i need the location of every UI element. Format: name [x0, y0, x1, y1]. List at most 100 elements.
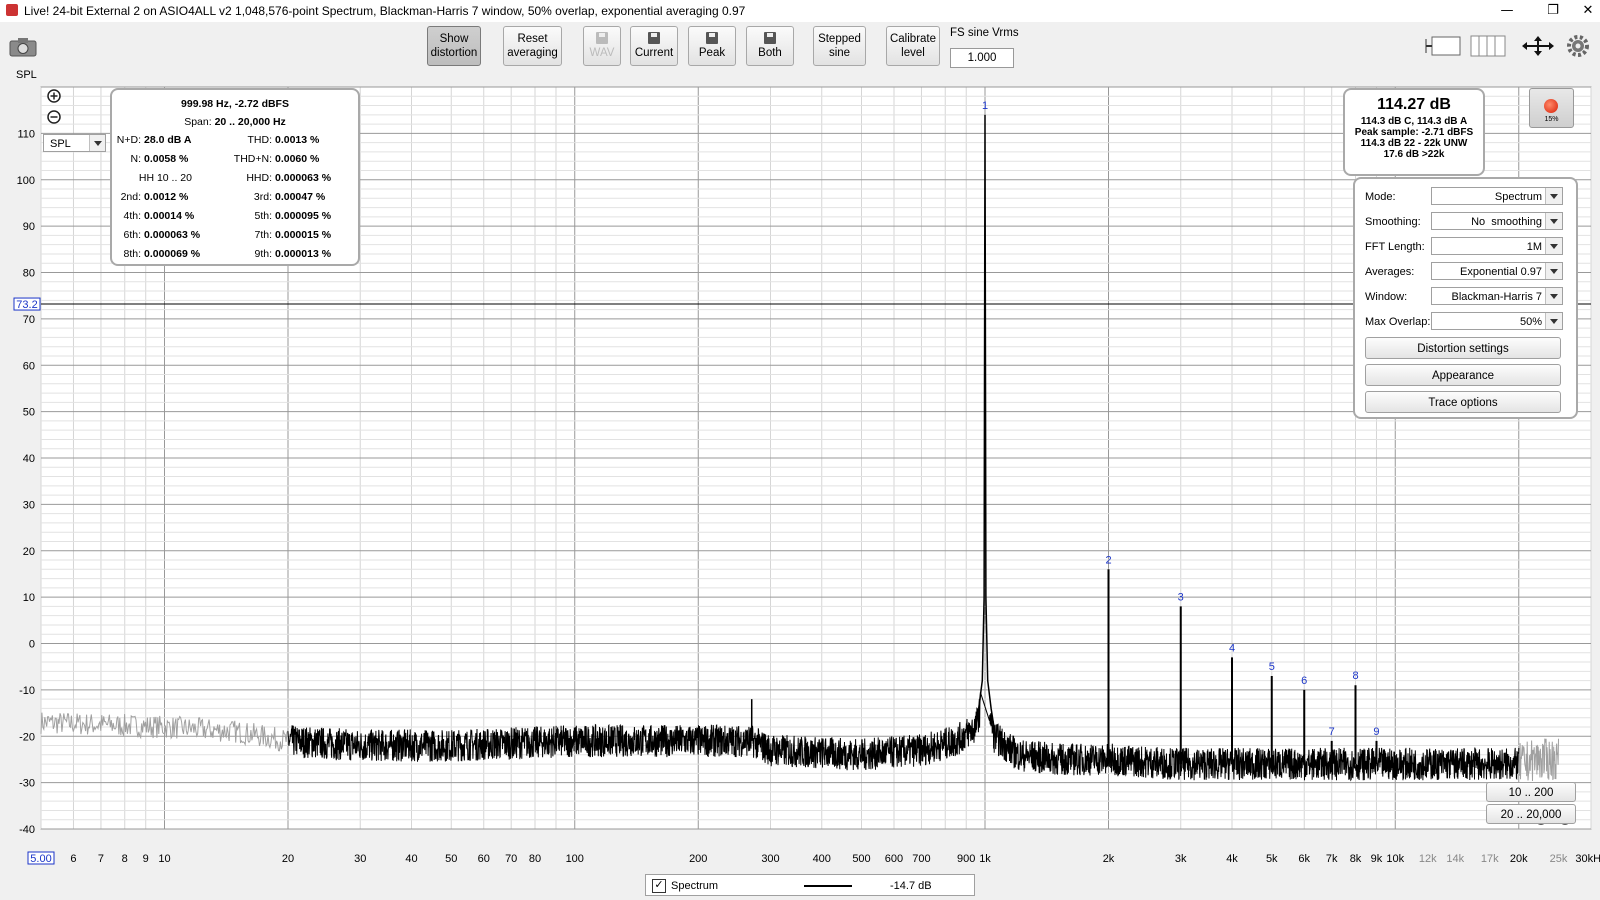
span-row: Span: 20 .. 20,000 Hz: [112, 116, 358, 128]
smoothing-row: Smoothing: No smoothing: [1365, 212, 1570, 232]
save-icon: [706, 32, 718, 44]
distortion-label: 9th:: [254, 248, 272, 260]
wav-button[interactable]: WAV: [583, 26, 621, 66]
columns-icon[interactable]: [1470, 34, 1506, 58]
zoom-in-icon[interactable]: [47, 89, 61, 103]
smoothing-select[interactable]: No smoothing: [1431, 212, 1563, 230]
gear-icon[interactable]: [1566, 34, 1590, 58]
y-tick-label: -10: [19, 685, 35, 697]
button-label-line2: averaging: [507, 47, 558, 59]
distortion-row: 3rd: 0.00047 %: [212, 191, 325, 203]
peak-button[interactable]: Peak: [688, 26, 736, 66]
y-tick-label: 100: [17, 175, 35, 187]
chevron-down-icon: [1550, 269, 1558, 274]
distortion-label: 5th:: [254, 210, 272, 222]
distortion-row: 2nd: 0.0012 %: [112, 191, 189, 203]
averages-row: Averages: Exponential 0.97: [1365, 262, 1570, 282]
x-tick-label: 10: [158, 853, 170, 865]
max-overlap-select[interactable]: 50%: [1431, 312, 1563, 330]
distortion-row: 8th: 0.000069 %: [112, 248, 200, 260]
distortion-value: 0.0060 %: [275, 153, 320, 165]
distortion-label: 4th:: [123, 210, 141, 222]
y-tick-label: 0: [29, 639, 35, 651]
span-value: 20 .. 20,000 Hz: [214, 116, 286, 128]
y-tick-label: 110: [17, 128, 35, 140]
minimize-button[interactable]: —: [1484, 0, 1530, 22]
spl-unit-value: SPL: [50, 138, 71, 150]
harmonic-label: 8: [1352, 670, 1358, 682]
window-select[interactable]: Blackman-Harris 7: [1431, 287, 1563, 305]
reset-averaging-button[interactable]: Reset averaging: [503, 26, 562, 66]
x-tick-label: 6: [70, 853, 76, 865]
x-tick-label: 40: [405, 853, 417, 865]
window-row: Window: Blackman-Harris 7: [1365, 287, 1570, 307]
fs-sine-input[interactable]: 1.000: [950, 48, 1014, 68]
x-tick-label: 7k: [1326, 853, 1338, 865]
current-button[interactable]: Current: [630, 26, 678, 66]
button-label: Current: [634, 47, 674, 59]
y-tick-label: 20: [23, 546, 35, 558]
fft-length-select[interactable]: 1M: [1431, 237, 1563, 255]
fs-sine-label: FS sine Vrms: [950, 27, 1019, 39]
distortion-label: N:: [130, 153, 142, 165]
fft-length-value: 1M: [1526, 241, 1542, 253]
x-tick-label: 12k: [1419, 853, 1437, 865]
x-tick-label: 7: [98, 853, 104, 865]
spl-unit-select[interactable]: SPL: [43, 134, 106, 152]
distortion-label: HH 10 .. 20: [138, 172, 192, 184]
save-icon: [648, 32, 660, 44]
spectrum-checkbox[interactable]: ✓: [652, 879, 666, 893]
distortion-row: THD: 0.0013 %: [212, 134, 320, 146]
y-tick-label: -20: [19, 731, 35, 743]
both-button[interactable]: Both: [746, 26, 794, 66]
y-tick-label: 30: [23, 499, 35, 511]
distortion-row: 7th: 0.000015 %: [212, 229, 331, 241]
camera-icon[interactable]: [8, 36, 38, 58]
level-panel: 114.27 dB 114.3 dB C, 114.3 dB A Peak sa…: [1343, 88, 1485, 176]
x-tick-label: 5k: [1266, 853, 1278, 865]
range-20-20000-button[interactable]: 20 .. 20,000: [1486, 804, 1576, 824]
button-label-line1: Reset: [517, 33, 548, 45]
mode-select[interactable]: Spectrum: [1431, 187, 1563, 205]
restore-button[interactable]: ❐: [1530, 0, 1576, 22]
chevron-down-icon: [1550, 194, 1558, 199]
zoom-out-icon[interactable]: [47, 110, 61, 124]
fit-width-icon[interactable]: [1424, 34, 1462, 58]
app-icon: [6, 4, 18, 16]
distortion-row: THD+N: 0.0060 %: [212, 153, 320, 165]
calibrate-level-button[interactable]: Calibrate level: [886, 26, 940, 66]
distortion-row: HHD: 0.000063 %: [212, 172, 331, 184]
stepped-sine-button[interactable]: Stepped sine: [813, 26, 866, 66]
distortion-row: 4th: 0.00014 %: [112, 210, 194, 222]
close-button[interactable]: ✕: [1576, 0, 1600, 22]
x-tick-label: 9: [143, 853, 149, 865]
window-value: Blackman-Harris 7: [1451, 291, 1542, 303]
level-line1: 114.3 dB C, 114.3 dB A: [1360, 116, 1468, 127]
x-tick-label: 8k: [1350, 853, 1362, 865]
distortion-settings-button[interactable]: Distortion settings: [1365, 337, 1561, 359]
distortion-panel: 999.98 Hz, -2.72 dBFS Span: 20 .. 20,000…: [110, 88, 360, 266]
averages-select[interactable]: Exponential 0.97: [1431, 262, 1563, 280]
level-line4: 17.6 dB >22k: [1383, 149, 1445, 160]
x-tick-label: 25k: [1550, 853, 1568, 865]
record-button[interactable]: 15%: [1529, 88, 1574, 128]
trace-options-button[interactable]: Trace options: [1365, 391, 1561, 413]
appearance-button[interactable]: Appearance: [1365, 364, 1561, 386]
level-line2: Peak sample: -2.71 dBFS: [1354, 127, 1474, 138]
legend-value: -14.7 dB: [890, 880, 932, 892]
x-tick-label: 700: [912, 853, 930, 865]
fft-length-label: FFT Length:: [1365, 241, 1425, 253]
distortion-label: THD+N:: [233, 153, 272, 165]
record-percent: 15%: [1544, 116, 1559, 123]
distortion-row: N+D: 28.0 dB A: [112, 134, 192, 146]
y-tick-label: 80: [23, 268, 35, 280]
show-distortion-button[interactable]: Show distortion: [427, 26, 481, 66]
button-label-line2: level: [901, 47, 925, 59]
trace-legend: ✓ Spectrum -14.7 dB: [645, 874, 975, 896]
x-tick-label: 100: [566, 853, 584, 865]
move-arrows-icon[interactable]: [1520, 34, 1556, 58]
range-10-200-button[interactable]: 10 .. 200: [1486, 782, 1576, 802]
x-tick-label: 400: [813, 853, 831, 865]
distortion-value: 0.00014 %: [144, 210, 195, 222]
x-tick-label: 30kHz: [1575, 853, 1600, 865]
